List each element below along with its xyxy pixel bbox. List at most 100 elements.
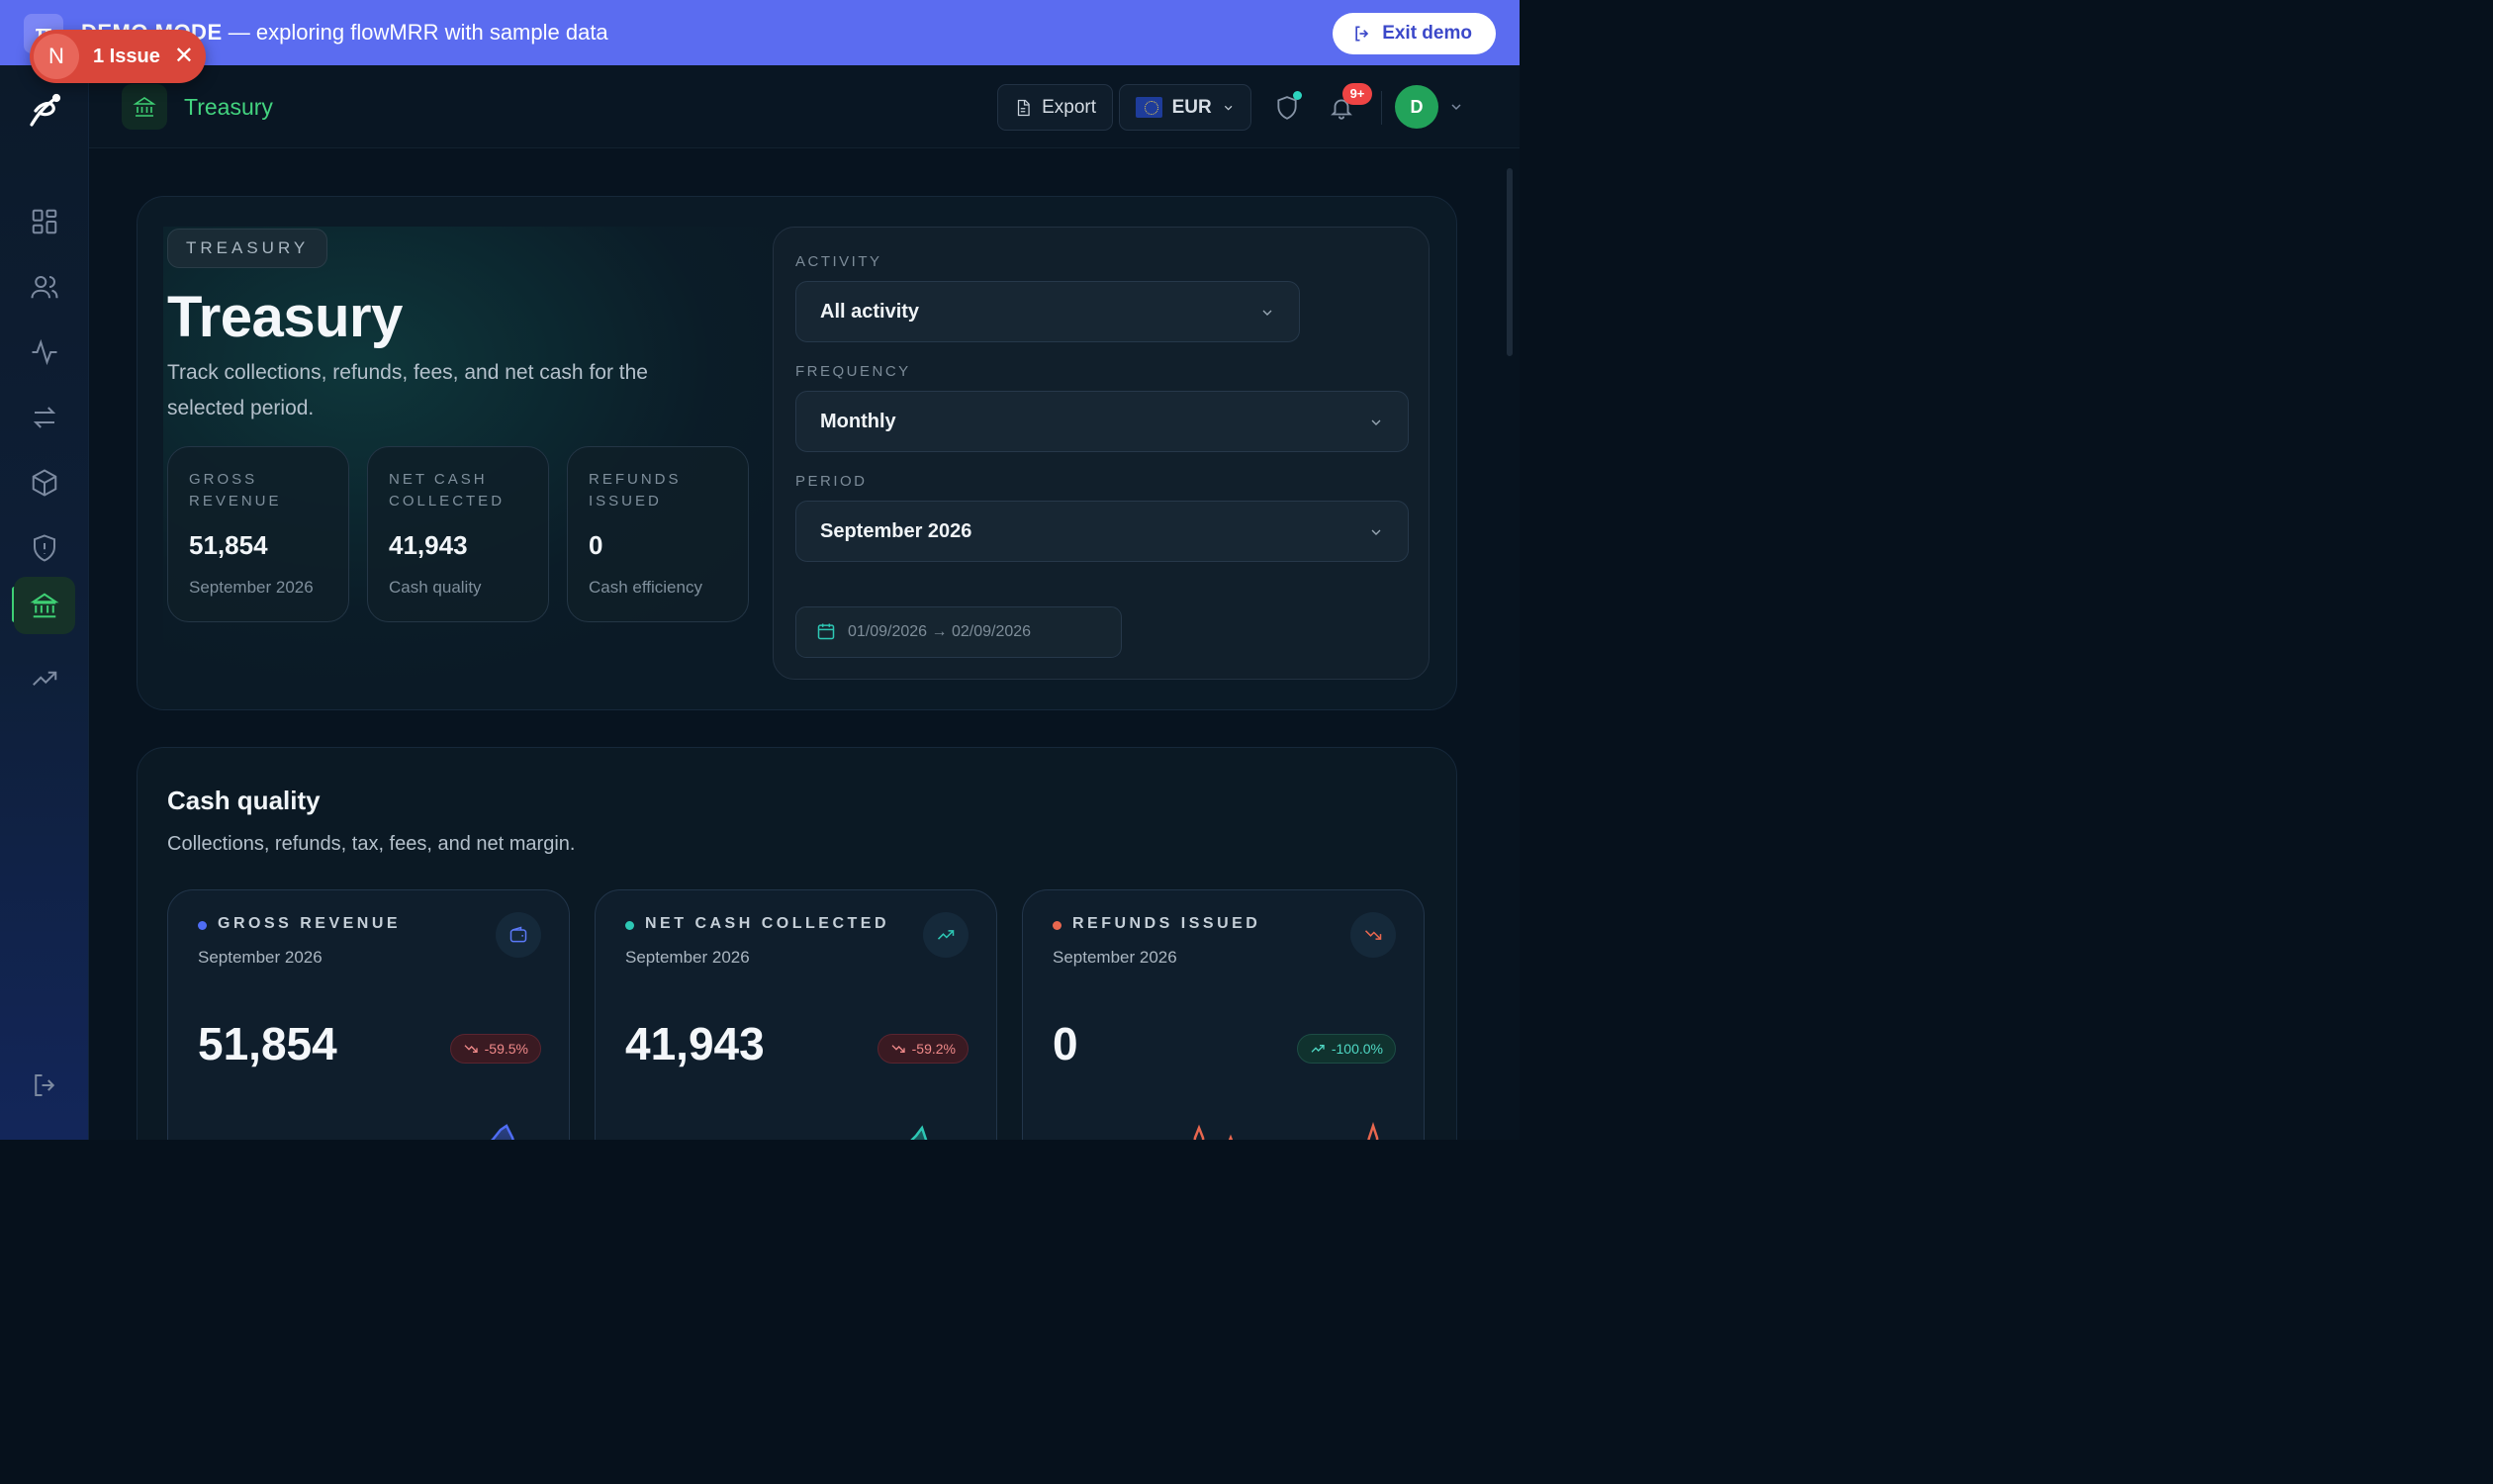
issue-indicator[interactable]: N 1 Issue ✕ xyxy=(30,30,206,83)
sidebar-item-activity[interactable] xyxy=(14,324,75,381)
avatar[interactable]: D xyxy=(1395,85,1438,129)
stat-card-net-cash: NET CASH COLLECTED 41,943 Cash quality xyxy=(367,446,549,622)
hero-description: Track collections, refunds, fees, and ne… xyxy=(167,361,648,419)
sidebar xyxy=(0,65,89,1140)
scrollbar-thumb[interactable] xyxy=(1507,168,1513,356)
stat-value: 51,854 xyxy=(189,530,268,560)
issue-n-badge: N xyxy=(34,34,79,79)
box-icon xyxy=(32,469,57,497)
change-value: -59.5% xyxy=(484,1041,528,1057)
trend-down-icon xyxy=(464,1045,478,1053)
hero-title: Treasury xyxy=(167,285,403,349)
exit-demo-button[interactable]: Exit demo xyxy=(1333,13,1496,54)
series-dot xyxy=(625,921,634,930)
change-badge: -100.0% xyxy=(1296,1034,1396,1064)
security-status-button[interactable] xyxy=(1266,87,1308,129)
topbar: Treasury Export EUR 9+ D xyxy=(89,65,1520,148)
export-button[interactable]: Export xyxy=(997,84,1113,131)
sidebar-item-customers[interactable] xyxy=(14,258,75,316)
section-tag: TREASURY xyxy=(167,229,328,268)
stat-label: NET CASH COLLECTED xyxy=(389,471,506,510)
metric-period: September 2026 xyxy=(625,948,750,967)
sparkline-net-cash-collected xyxy=(910,1125,928,1140)
metric-value: 51,854 xyxy=(198,1018,337,1069)
topbar-divider xyxy=(1381,91,1382,125)
page-icon xyxy=(122,84,167,130)
stat-subtitle: September 2026 xyxy=(189,578,314,597)
trend-up-icon xyxy=(33,671,57,686)
activity-label: ACTIVITY xyxy=(795,253,882,270)
calendar-icon xyxy=(817,623,835,640)
metric-icon-wrapper xyxy=(923,912,969,958)
change-badge: -59.5% xyxy=(449,1034,541,1064)
document-icon xyxy=(1017,99,1030,116)
chevron-down-icon xyxy=(1224,105,1233,111)
notifications-button[interactable]: 9+ xyxy=(1321,83,1372,129)
frequency-select[interactable]: Monthly xyxy=(795,391,1409,452)
demo-description: — exploring flowMRR with sample data xyxy=(222,20,608,45)
metric-label: REFUNDS ISSUED xyxy=(1072,915,1261,932)
shield-icon xyxy=(34,534,55,562)
sidebar-item-growth[interactable] xyxy=(14,650,75,707)
metric-period: September 2026 xyxy=(1053,948,1177,967)
stat-label: GROSS REVENUE xyxy=(189,471,282,510)
grid-icon xyxy=(32,209,57,234)
section-description: Collections, refunds, tax, fees, and net… xyxy=(167,833,576,855)
cash-quality-card: Cash quality Collections, refunds, tax, … xyxy=(137,747,1457,1140)
period-label: PERIOD xyxy=(795,473,868,490)
frequency-label: FREQUENCY xyxy=(795,363,911,380)
sidebar-item-treasury[interactable] xyxy=(14,577,75,634)
close-icon[interactable]: ✕ xyxy=(174,45,194,68)
app-logo[interactable] xyxy=(24,89,65,131)
sparkline-gross-revenue xyxy=(490,1124,514,1140)
metric-card-gross-revenue[interactable]: GROSS REVENUE September 2026 51,854 -59.… xyxy=(167,889,570,1140)
change-badge: -59.2% xyxy=(877,1034,969,1064)
app-window: π DEMO MODE — exploring flowMRR with sam… xyxy=(0,0,1520,1140)
demo-banner: π DEMO MODE — exploring flowMRR with sam… xyxy=(0,0,1520,65)
chevron-down-icon xyxy=(1262,310,1272,316)
metric-card-refunds-issued[interactable]: REFUNDS ISSUED September 2026 0 -100.0% xyxy=(1022,889,1425,1140)
sidebar-item-dashboard[interactable] xyxy=(14,193,75,250)
logout-button[interactable] xyxy=(14,1057,75,1114)
sidebar-item-products[interactable] xyxy=(14,454,75,511)
stat-card-gross-revenue: GROSS REVENUE 51,854 September 2026 xyxy=(167,446,349,622)
exit-demo-label: Exit demo xyxy=(1382,23,1472,44)
exit-icon xyxy=(1355,26,1369,42)
date-range-value: 01/09/2026 → 02/09/2026 xyxy=(848,623,1032,640)
sparkline-refunds-issued xyxy=(1193,1122,1379,1140)
period-select[interactable]: September 2026 xyxy=(795,501,1409,562)
notification-count-badge: 9+ xyxy=(1342,83,1372,105)
metric-icon-wrapper xyxy=(496,912,541,958)
export-label: Export xyxy=(1042,96,1096,118)
stat-subtitle: Cash efficiency xyxy=(589,578,702,597)
treasury-hero-card: TREASURY Treasury Track collections, ref… xyxy=(137,196,1457,710)
wallet-icon xyxy=(509,926,527,943)
activity-select[interactable]: All activity xyxy=(795,281,1300,342)
metric-icon-wrapper xyxy=(1350,912,1396,958)
metric-card-net-cash-collected[interactable]: NET CASH COLLECTED September 2026 41,943… xyxy=(595,889,997,1140)
trend-up-icon xyxy=(937,930,955,940)
eu-flag-icon xyxy=(1136,97,1162,118)
change-value: -100.0% xyxy=(1331,1041,1383,1057)
users-icon xyxy=(31,276,58,299)
issue-label: 1 Issue xyxy=(93,45,160,67)
stat-subtitle: Cash quality xyxy=(389,578,482,597)
currency-selector[interactable]: EUR xyxy=(1119,84,1251,131)
metric-period: September 2026 xyxy=(198,948,323,967)
sidebar-item-transactions[interactable] xyxy=(14,389,75,446)
chevron-down-icon[interactable] xyxy=(1448,99,1464,115)
sidebar-item-security[interactable] xyxy=(14,519,75,577)
change-value: -59.2% xyxy=(911,1041,956,1057)
metric-value: 0 xyxy=(1053,1018,1078,1069)
activity-value: All activity xyxy=(820,301,920,323)
scrollbar[interactable] xyxy=(1506,158,1514,1138)
date-range-field[interactable]: 01/09/2026 → 02/09/2026 xyxy=(795,606,1122,658)
chevron-down-icon xyxy=(1371,529,1381,535)
trend-down-icon xyxy=(1364,930,1382,940)
bank-icon xyxy=(133,97,156,117)
metric-value: 41,943 xyxy=(625,1018,765,1069)
series-dot xyxy=(1053,921,1062,930)
stat-card-refunds: REFUNDS ISSUED 0 Cash efficiency xyxy=(567,446,749,622)
trend-up-icon xyxy=(1311,1045,1325,1053)
currency-label: EUR xyxy=(1171,96,1212,118)
